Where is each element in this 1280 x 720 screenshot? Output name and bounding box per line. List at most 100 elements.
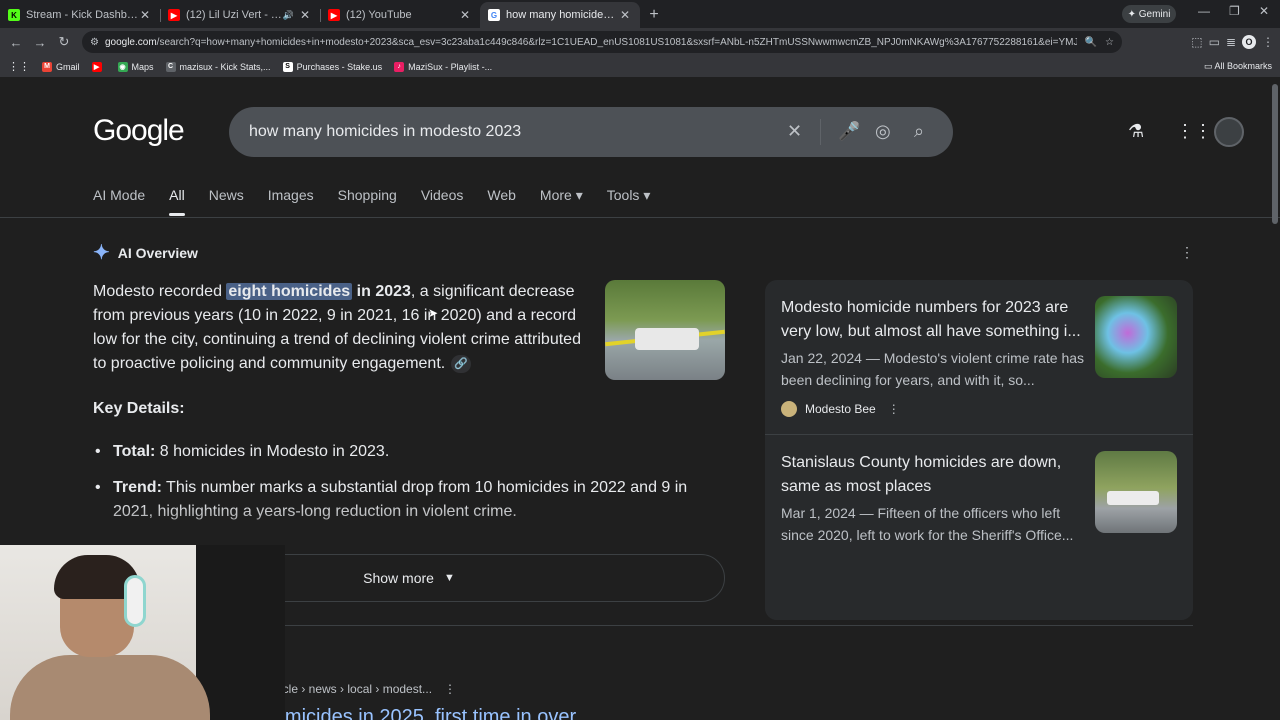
- bookmark-youtube[interactable]: ▶: [91, 61, 106, 72]
- tab-title: Stream - Kick Dashboard: [26, 9, 138, 21]
- gemini-button[interactable]: ✦ Gemini: [1122, 5, 1176, 23]
- more-options-icon[interactable]: ⋮: [888, 402, 900, 416]
- bookmark-stake[interactable]: S Purchases - Stake.us: [282, 61, 382, 72]
- cast-icon[interactable]: ≣: [1226, 35, 1236, 49]
- close-icon[interactable]: ✕: [458, 8, 472, 22]
- key-details-heading: Key Details:: [93, 400, 185, 417]
- nav-divider: [0, 217, 1280, 218]
- headphones-icon: [124, 575, 146, 627]
- bookmark-maps[interactable]: ◉ Maps: [117, 61, 154, 72]
- tab-tools[interactable]: Tools ▾: [607, 187, 651, 216]
- source-title[interactable]: Stanislaus County homicides are down, sa…: [781, 451, 1091, 499]
- source-publisher: Modesto Bee ⋮: [781, 401, 1091, 417]
- window-close-icon[interactable]: ✕: [1259, 4, 1269, 18]
- url-text: google.com/search?q=how+many+homicides+i…: [104, 36, 1077, 48]
- labs-icon[interactable]: ⚗: [1128, 121, 1144, 142]
- source-title[interactable]: Modesto homicide numbers for 2023 are ve…: [781, 296, 1091, 344]
- browser-tab-strip: K Stream - Kick Dashboard ✕ ▶ (12) Lil U…: [0, 0, 1280, 28]
- gemini-label: Gemini: [1138, 8, 1171, 20]
- speaker-icon[interactable]: 🔊: [283, 10, 294, 21]
- tab-kick-dashboard[interactable]: K Stream - Kick Dashboard ✕: [0, 2, 160, 28]
- clear-icon[interactable]: ✕: [787, 121, 802, 142]
- search-icon[interactable]: ⌕: [914, 121, 924, 142]
- site-info-icon[interactable]: ⚙: [90, 37, 99, 48]
- microphone-icon[interactable]: 🎤: [838, 121, 860, 142]
- avatar[interactable]: [1214, 117, 1244, 147]
- close-icon[interactable]: ✕: [298, 8, 312, 22]
- list-item: Total: 8 homicides in Modesto in 2023.: [93, 440, 713, 464]
- close-icon[interactable]: ✕: [618, 8, 632, 22]
- toolbar-actions: ⬚ ▭ ≣ O ⋮: [1191, 28, 1274, 56]
- search-query: how many homicides in modesto 2023: [249, 123, 522, 140]
- all-bookmarks[interactable]: ▭ All Bookmarks: [1204, 61, 1272, 72]
- highlight: eight homicides: [226, 283, 353, 300]
- lens-icon[interactable]: ◎: [875, 121, 891, 142]
- tab-videos[interactable]: Videos: [421, 187, 464, 216]
- breadcrumb[interactable]: icle › news › local › modest... ⋮: [280, 682, 456, 696]
- youtube-icon: ▶: [168, 9, 180, 21]
- back-icon[interactable]: ←: [4, 35, 28, 50]
- tab-shopping[interactable]: Shopping: [338, 187, 397, 216]
- reload-icon[interactable]: ↻: [52, 34, 76, 50]
- mouse-cursor-icon: ➤: [428, 306, 439, 320]
- streamer-shirt: [10, 655, 210, 720]
- police-car: [1107, 491, 1159, 505]
- browser-toolbar: ← → ↻ ⚙ google.com/search?q=how+many+hom…: [0, 28, 1280, 56]
- new-tab-button[interactable]: +: [640, 2, 668, 28]
- tab-ai-mode[interactable]: AI Mode: [93, 187, 145, 216]
- kick-icon: K: [8, 9, 20, 21]
- source-article[interactable]: Modesto homicide numbers for 2023 are ve…: [781, 296, 1091, 417]
- forward-icon[interactable]: →: [28, 35, 52, 50]
- music-icon: ♪: [394, 61, 405, 72]
- link-icon[interactable]: 🔗: [451, 354, 472, 373]
- overview-image[interactable]: [605, 280, 725, 380]
- webcam-overlay: [0, 545, 285, 720]
- tab-title: (12) YouTube: [346, 9, 412, 21]
- youtube-icon: ▶: [91, 61, 102, 72]
- folder-icon: ▭: [1203, 61, 1215, 71]
- profile-icon[interactable]: O: [1242, 35, 1256, 49]
- zoom-icon[interactable]: 🔍: [1085, 37, 1097, 48]
- bookmark-star-icon[interactable]: ☆: [1105, 37, 1114, 48]
- tab-title: how many homicides in modesto: [506, 9, 618, 21]
- tab-news[interactable]: News: [209, 187, 244, 216]
- ai-overview-title: AI Overview: [117, 244, 198, 261]
- sparkle-icon: ✦: [93, 242, 110, 264]
- media-icon[interactable]: ▭: [1209, 35, 1220, 49]
- source-thumbnail[interactable]: [1095, 296, 1177, 378]
- bookmark-playlist[interactable]: ♪ MaziSux - Playlist -...: [394, 61, 492, 72]
- menu-icon[interactable]: ⋮: [1262, 35, 1274, 49]
- scrollbar[interactable]: [1272, 84, 1278, 224]
- google-logo[interactable]: Google: [93, 114, 185, 148]
- search-input[interactable]: how many homicides in modesto 2023 ✕ 🎤 ◎…: [229, 107, 953, 157]
- ai-overview-summary: Modesto recorded eight homicides in 2023…: [93, 283, 581, 373]
- youtube-icon: ▶: [328, 9, 340, 21]
- maximize-icon[interactable]: ❐: [1229, 4, 1240, 18]
- card-fade: [765, 580, 1193, 620]
- bookmark-kick-stats[interactable]: Cmazisux - Kick Stats,...: [165, 61, 271, 72]
- extensions-icon[interactable]: ⬚: [1191, 35, 1202, 49]
- google-icon: G: [488, 9, 500, 21]
- tab-lil-uzi-vert[interactable]: ▶ (12) Lil Uzi Vert - You Was Ri 🔊 ✕: [160, 2, 320, 28]
- stats-icon: C: [165, 61, 176, 72]
- bookmark-gmail[interactable]: M Gmail: [42, 61, 80, 72]
- minimize-icon[interactable]: —: [1198, 4, 1210, 18]
- source-article[interactable]: Stanislaus County homicides are down, sa…: [781, 451, 1091, 546]
- chevron-down-icon: ▼: [443, 572, 455, 584]
- address-bar[interactable]: ⚙ google.com/search?q=how+many+homicides…: [82, 31, 1122, 53]
- tab-images[interactable]: Images: [268, 187, 314, 216]
- more-options-icon[interactable]: ⋮: [444, 682, 456, 696]
- tab-all[interactable]: All: [169, 187, 185, 216]
- close-icon[interactable]: ✕: [138, 8, 152, 22]
- police-car: [635, 328, 699, 350]
- more-options-icon[interactable]: ⋮: [1180, 244, 1194, 261]
- apps-icon[interactable]: ⋮⋮: [8, 60, 30, 73]
- tab-google-search[interactable]: G how many homicides in modesto ✕: [480, 2, 640, 28]
- gmail-icon: M: [42, 61, 52, 72]
- ai-overview-heading: ✦ AI Overview: [93, 240, 198, 265]
- source-thumbnail[interactable]: [1095, 451, 1177, 533]
- tab-web[interactable]: Web: [487, 187, 516, 216]
- tab-more[interactable]: More ▾: [540, 187, 583, 216]
- sparkle-icon: ✦: [1127, 8, 1139, 20]
- tab-youtube[interactable]: ▶ (12) YouTube ✕: [320, 2, 480, 28]
